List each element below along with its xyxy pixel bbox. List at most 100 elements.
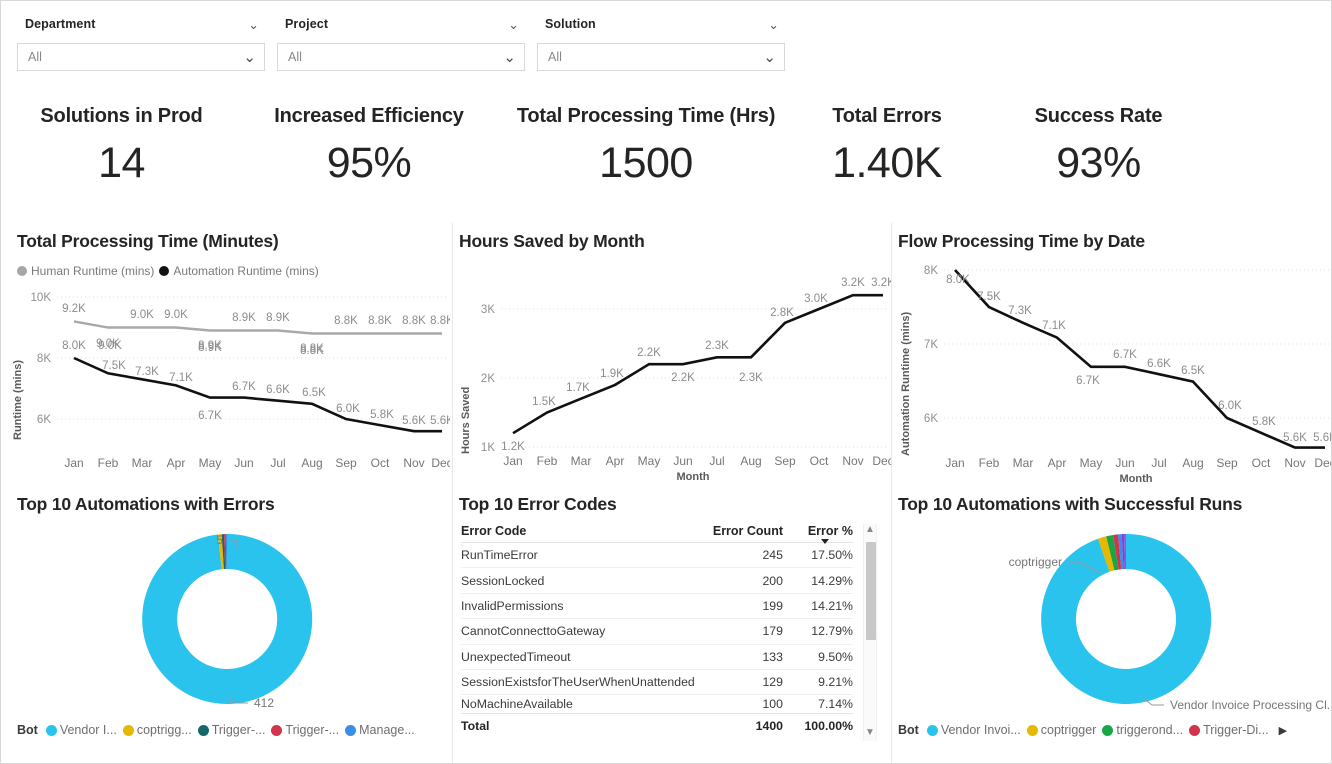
cell-error-pct: 9.50% (818, 649, 853, 664)
column-header-error-count[interactable]: Error Count (701, 524, 783, 538)
legend-label: Automation Runtime (mins) (173, 264, 319, 278)
slicer-department[interactable]: Department ⌄ All ⌄ (17, 13, 265, 71)
chevron-down-icon[interactable]: ⌄ (763, 50, 776, 65)
legend-item-coptrigger[interactable]: coptrigger (1026, 723, 1096, 737)
legend-item-vendor-invoice[interactable]: Vendor Invoi... (926, 723, 1021, 737)
data-label: 6.7K (232, 381, 256, 393)
slicer-solution-header[interactable]: Solution ⌄ (537, 13, 785, 35)
table-scrollbar[interactable]: ▲ ▼ (863, 524, 877, 741)
data-label: 2.3K (739, 372, 763, 384)
chevron-down-icon[interactable]: ⌄ (243, 50, 256, 65)
donut-chart-automations-with-successful-runs[interactable]: coptrigger Vendor Invoice Processing Cl.… (896, 519, 1332, 719)
donut-slice-vendor-invoice[interactable] (142, 533, 313, 704)
x-axis-tick: Mar (1013, 456, 1034, 470)
data-label: 7.3K (1008, 305, 1032, 317)
donut-chart-automations-with-errors[interactable]: 5 412 (15, 519, 450, 719)
scrollbar-track[interactable] (864, 538, 876, 727)
slicer-row: Department ⌄ All ⌄ Project ⌄ All ⌄ Solut… (1, 13, 801, 91)
legend-item-trigger-di[interactable]: Trigger-Di... (1189, 723, 1269, 737)
kpi-value: 93% (1056, 139, 1141, 187)
table-row[interactable]: InvalidPermissions 199 14.21% (461, 594, 853, 620)
legend-item-trigger-a[interactable]: Trigger-... (197, 723, 265, 737)
table-row[interactable]: NoMachineAvailable 100 7.14% (461, 695, 853, 713)
chevron-down-icon[interactable]: ⌄ (508, 18, 519, 31)
slicer-project-header[interactable]: Project ⌄ (277, 13, 525, 35)
data-label: 2.3K (705, 340, 729, 352)
chevron-down-icon[interactable]: ⌄ (248, 18, 259, 31)
column-header-error-pct[interactable]: Error % (783, 524, 853, 538)
slicer-project-dropdown[interactable]: All ⌄ (277, 43, 525, 71)
chevron-down-icon[interactable]: ⌄ (503, 50, 516, 65)
x-axis-tick: Apr (606, 454, 625, 468)
table-row[interactable]: UnexpectedTimeout 133 9.50% (461, 645, 853, 670)
line-chart-hours-saved[interactable]: Hours Saved 3K 2K 1K 1.2K 1.5K 1.7K 1.9K… (456, 259, 891, 485)
kpi-value: 14 (98, 139, 145, 187)
legend-dot-icon (1102, 724, 1114, 736)
data-label: 8.0K (946, 274, 970, 286)
slicer-solution-value: All (548, 50, 562, 64)
data-label: 2.2K (637, 347, 661, 359)
table-row[interactable]: SessionExistsforTheUserWhenUnattended 12… (461, 670, 853, 696)
kpi-card-total-errors[interactable]: Total Errors 1.40K (807, 105, 967, 185)
panel-title: Flow Processing Time by Date (898, 231, 1145, 251)
donut-slice-vendor-invoice[interactable] (1041, 533, 1212, 704)
panel-errors-donut: Top 10 Automations with Errors (17, 494, 447, 515)
kpi-row: Solutions in Prod 14 Increased Efficienc… (1, 105, 1331, 217)
data-label: 8.8K (368, 315, 392, 327)
legend-item-vendor-invoice[interactable]: Vendor I... (45, 723, 117, 737)
table-error-codes[interactable]: Error Code Error Count Error % RunTimeEr… (461, 524, 853, 737)
panel-error-codes: Top 10 Error Codes (459, 494, 889, 515)
data-label: 8.8K (402, 315, 426, 327)
data-label: 1.5K (532, 396, 556, 408)
y-axis-tick: 7K (924, 339, 938, 351)
legend-item-manage[interactable]: Manage... (345, 723, 415, 737)
x-axis-tick: Feb (537, 454, 558, 468)
data-label: 9.0K (130, 309, 154, 321)
slicer-solution-dropdown[interactable]: All ⌄ (537, 43, 785, 71)
chevron-down-icon[interactable]: ▼ (865, 727, 875, 741)
legend-item-triggerond[interactable]: triggerond... (1102, 723, 1183, 737)
legend-next-page-arrow-icon[interactable]: ▶ (1279, 724, 1287, 737)
legend-item-coptrigger[interactable]: coptrigg... (122, 723, 192, 737)
slicer-department-title: Department (25, 17, 96, 31)
x-axis-tick: Mar (571, 454, 592, 468)
x-axis-tick: Nov (403, 456, 424, 470)
chevron-down-icon[interactable]: ⌄ (768, 18, 779, 31)
legend-dot-icon (1189, 724, 1201, 736)
column-header-error-code[interactable]: Error Code (461, 524, 701, 538)
data-label: 3.2K (841, 277, 865, 289)
line-chart-flow-processing-time[interactable]: Automation Runtime (mins) 8K 7K 6K 8.0K … (896, 256, 1332, 485)
kpi-card-success-rate[interactable]: Success Rate 93% (1006, 105, 1191, 185)
slicer-department-header[interactable]: Department ⌄ (17, 13, 265, 35)
legend-item-human-runtime[interactable]: Human Runtime (mins) (17, 264, 154, 278)
data-label: 3.0K (804, 293, 828, 305)
data-label: 5.6K (1313, 432, 1332, 444)
kpi-card-total-processing-time[interactable]: Total Processing Time (Hrs) 1500 (501, 105, 791, 185)
legend-item-automation-runtime[interactable]: Automation Runtime (mins) (159, 264, 319, 278)
cell-error-count: 200 (762, 573, 783, 588)
scrollbar-thumb[interactable] (866, 542, 876, 640)
data-label: 7.5K (977, 291, 1001, 303)
chevron-up-icon[interactable]: ▲ (865, 524, 875, 538)
data-label: 9.0K (164, 309, 188, 321)
legend-dot-icon (926, 724, 938, 736)
x-axis-tick: Nov (842, 454, 863, 468)
table-row[interactable]: SessionLocked 200 14.29% (461, 568, 853, 594)
table-header-row: Error Code Error Count Error % (461, 524, 853, 544)
legend-label: Vendor I... (59, 723, 117, 737)
kpi-value: 95% (326, 139, 412, 187)
panel-divider (452, 223, 453, 763)
slicer-solution[interactable]: Solution ⌄ All ⌄ (537, 13, 785, 71)
table-row[interactable]: CannotConnecttoGateway 179 12.79% (461, 619, 853, 645)
data-label: 1.2K (501, 441, 525, 453)
legend-item-trigger-b[interactable]: Trigger-... (271, 723, 339, 737)
kpi-card-solutions-in-prod[interactable]: Solutions in Prod 14 (19, 105, 224, 185)
line-chart-total-processing-time[interactable]: Runtime (mins) 10K 8K 6K 9.2K 9.0K 9.0K … (5, 285, 450, 480)
slicer-department-dropdown[interactable]: All ⌄ (17, 43, 265, 71)
slicer-project[interactable]: Project ⌄ All ⌄ (277, 13, 525, 71)
x-axis-tick: Jul (1151, 456, 1166, 470)
kpi-card-increased-efficiency[interactable]: Increased Efficiency 95% (253, 105, 485, 185)
cell-total-pct: 100.00% (804, 718, 853, 733)
y-axis-tick: 10K (31, 292, 52, 304)
table-row[interactable]: RunTimeError 245 17.50% (461, 543, 853, 569)
